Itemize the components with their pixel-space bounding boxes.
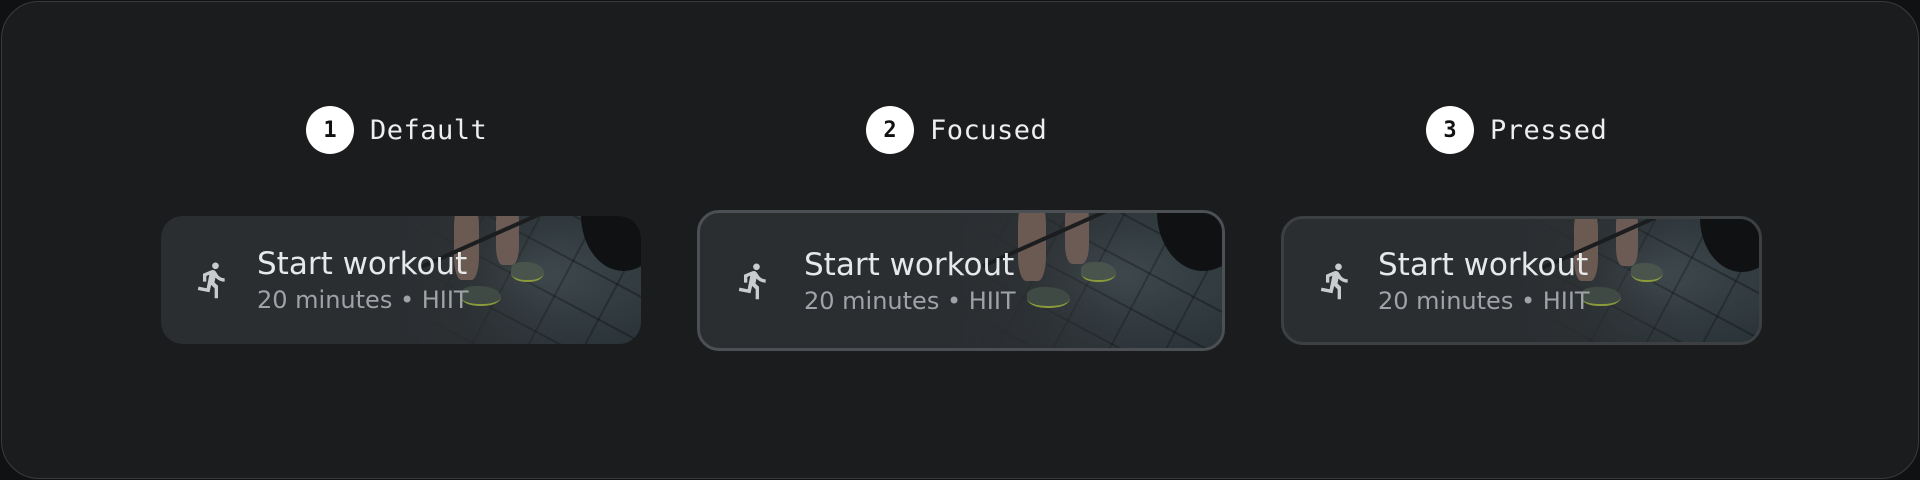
states-panel: 1 Default Start workout 20 minutes • HII… <box>1 1 1919 479</box>
chip-subtitle: 20 minutes • HIIT <box>804 286 1016 315</box>
chip-title: Start workout <box>804 246 1015 283</box>
start-workout-chip-focused[interactable]: Start workout 20 minutes • HIIT <box>697 210 1225 351</box>
state-number-badge: 3 <box>1426 106 1474 154</box>
state-header-default: 1 Default <box>306 106 487 154</box>
chip-title: Start workout <box>257 246 468 282</box>
chip-text: Start workout 20 minutes • HIIT <box>1378 245 1590 317</box>
directions-run-icon <box>1316 261 1356 301</box>
directions-run-icon <box>193 260 233 300</box>
chip-subtitle: 20 minutes • HIIT <box>257 286 469 314</box>
state-header-focused: 2 Focused <box>866 106 1047 154</box>
chip-text: Start workout 20 minutes • HIIT <box>257 244 469 316</box>
start-workout-chip-pressed[interactable]: Start workout 20 minutes • HIIT <box>1281 216 1762 345</box>
state-number-badge: 1 <box>306 106 354 154</box>
chip-text: Start workout 20 minutes • HIIT <box>804 245 1016 317</box>
directions-run-icon <box>734 261 774 301</box>
state-label: Default <box>370 114 488 146</box>
chip-subtitle: 20 minutes • HIIT <box>1378 286 1590 315</box>
chip-title: Start workout <box>1378 246 1589 283</box>
state-label: Focused <box>930 114 1048 146</box>
state-number-badge: 2 <box>866 106 914 154</box>
start-workout-chip-default[interactable]: Start workout 20 minutes • HIIT <box>161 216 641 344</box>
state-header-pressed: 3 Pressed <box>1426 106 1607 154</box>
state-label: Pressed <box>1490 114 1608 146</box>
